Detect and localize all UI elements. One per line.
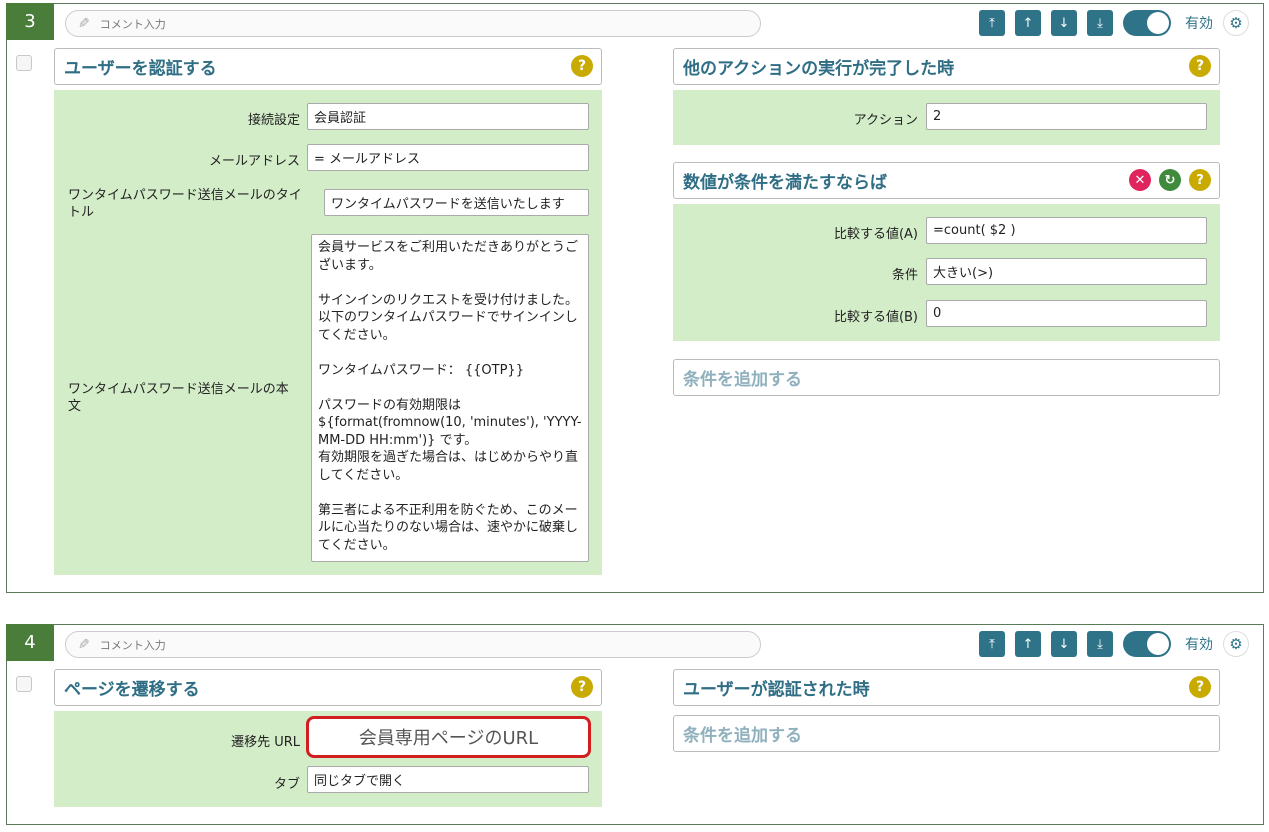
block-toolbar: ⤒ ↑ ↓ ⤓ 有効 ⚙ — [969, 631, 1249, 657]
toggle-knob — [1147, 633, 1169, 655]
move-up-button[interactable]: ↑ — [1015, 631, 1041, 657]
move-bottom-icon: ⤓ — [1097, 15, 1103, 31]
add-condition-label: 条件を追加する — [683, 370, 802, 390]
comment-input[interactable]: ✎ コメント入力 — [65, 631, 761, 658]
arrow-up-icon: ↑ — [1022, 15, 1034, 31]
comment-placeholder: コメント入力 — [99, 638, 166, 652]
move-top-icon: ⤒ — [989, 636, 995, 652]
move-down-button[interactable]: ↓ — [1051, 631, 1077, 657]
value-b-label: 比較する値(B) — [833, 310, 918, 325]
condition-label: 条件 — [891, 268, 918, 283]
otp-title-input[interactable]: ワンタイムパスワードを送信いたします — [324, 189, 589, 216]
header-icons: ✕ ↻ ? — [1121, 169, 1211, 191]
value-b-input[interactable]: 0 — [926, 300, 1207, 327]
url-input[interactable]: 会員専用ページのURL — [306, 716, 591, 758]
move-top-button[interactable]: ⤒ — [979, 631, 1005, 657]
comment-input[interactable]: ✎ コメント入力 — [65, 10, 761, 37]
card-header-user-authenticated: ユーザーが認証された時 ? — [673, 669, 1220, 706]
refresh-icon[interactable]: ↻ — [1159, 169, 1181, 191]
arrow-up-icon: ↑ — [1022, 636, 1034, 652]
otp-title-label: ワンタイムパスワード送信メールのタイトル — [68, 188, 302, 220]
action-label: アクション — [853, 113, 918, 128]
delete-icon[interactable]: ✕ — [1129, 169, 1151, 191]
help-icon[interactable]: ? — [571, 55, 593, 77]
otp-body-textarea[interactable]: 会員サービスをご利用いただきありがとうございます。 サインインのリクエストを受け… — [311, 234, 589, 562]
card-header-action-complete: 他のアクションの実行が完了した時 ? — [673, 48, 1220, 85]
pencil-icon: ✎ — [78, 15, 90, 32]
move-up-button[interactable]: ↑ — [1015, 10, 1041, 36]
gear-icon[interactable]: ⚙ — [1223, 631, 1249, 657]
card-header-authenticate: ユーザーを認証する ? — [54, 48, 602, 85]
block-number: 4 — [6, 624, 54, 661]
block-checkbox[interactable] — [16, 676, 32, 692]
condition-select[interactable]: 大きい(>) — [926, 258, 1207, 285]
pencil-icon: ✎ — [78, 636, 90, 653]
arrow-down-icon: ↓ — [1058, 636, 1070, 652]
action-input[interactable]: 2 — [926, 103, 1207, 130]
card-title: ユーザーを認証する — [64, 59, 217, 79]
block-number: 3 — [6, 3, 54, 40]
add-condition-button[interactable]: 条件を追加する — [673, 715, 1220, 752]
value-a-input[interactable]: =count( $2 ) — [926, 217, 1207, 244]
add-condition-button[interactable]: 条件を追加する — [673, 359, 1220, 396]
move-top-button[interactable]: ⤒ — [979, 10, 1005, 36]
toggle-knob — [1147, 12, 1169, 34]
help-icon[interactable]: ? — [571, 676, 593, 698]
block-toolbar: ⤒ ↑ ↓ ⤓ 有効 ⚙ — [969, 10, 1249, 36]
email-label: メールアドレス — [208, 154, 300, 169]
connection-input[interactable]: 会員認証 — [307, 103, 589, 130]
comment-placeholder: コメント入力 — [99, 17, 166, 31]
enabled-label: 有効 — [1185, 637, 1213, 653]
move-top-icon: ⤒ — [989, 15, 995, 31]
card-title: 数値が条件を満たすならば — [683, 173, 887, 193]
enabled-toggle[interactable] — [1123, 631, 1171, 657]
number-condition-panel: 比較する値(A) =count( $2 ) 条件 大きい(>) 比較する値(B)… — [673, 204, 1220, 341]
add-condition-label: 条件を追加する — [683, 726, 802, 746]
action-block-4: 4 ✎ コメント入力 ⤒ ↑ ↓ ⤓ 有効 ⚙ ページを遷移する ? 遷移先 U… — [6, 624, 1264, 825]
otp-body-label: ワンタイムパスワード送信メールの本文 — [68, 382, 289, 414]
arrow-down-icon: ↓ — [1058, 15, 1070, 31]
tab-select[interactable]: 同じタブで開く — [307, 766, 589, 793]
help-icon[interactable]: ? — [1189, 169, 1211, 191]
move-bottom-icon: ⤓ — [1097, 636, 1103, 652]
block-checkbox[interactable] — [16, 55, 32, 71]
card-title: ページを遷移する — [64, 680, 200, 700]
tab-label: タブ — [273, 777, 300, 792]
email-input[interactable]: = メールアドレス — [307, 144, 589, 171]
connection-label: 接続設定 — [247, 113, 300, 128]
enabled-toggle[interactable] — [1123, 10, 1171, 36]
action-complete-panel: アクション 2 — [673, 90, 1220, 145]
gear-icon[interactable]: ⚙ — [1223, 10, 1249, 36]
card-header-page-transition: ページを遷移する ? — [54, 669, 602, 706]
move-bottom-button[interactable]: ⤓ — [1087, 631, 1113, 657]
authenticate-panel: 接続設定 会員認証 メールアドレス = メールアドレス ワンタイムパスワード送信… — [54, 90, 602, 575]
card-title: 他のアクションの実行が完了した時 — [683, 59, 955, 79]
page-transition-panel: 遷移先 URL 会員専用ページのURL タブ 同じタブで開く — [54, 711, 602, 807]
enabled-label: 有効 — [1185, 16, 1213, 32]
help-icon[interactable]: ? — [1189, 55, 1211, 77]
card-header-number-condition: 数値が条件を満たすならば ✕ ↻ ? — [673, 162, 1220, 199]
value-a-label: 比較する値(A) — [833, 227, 918, 242]
action-block-3: 3 ✎ コメント入力 ⤒ ↑ ↓ ⤓ 有効 ⚙ ユーザーを認証する ? 接続設定… — [6, 3, 1264, 593]
move-bottom-button[interactable]: ⤓ — [1087, 10, 1113, 36]
move-down-button[interactable]: ↓ — [1051, 10, 1077, 36]
card-title: ユーザーが認証された時 — [683, 680, 870, 700]
help-icon[interactable]: ? — [1189, 676, 1211, 698]
url-label: 遷移先 URL — [231, 735, 300, 750]
